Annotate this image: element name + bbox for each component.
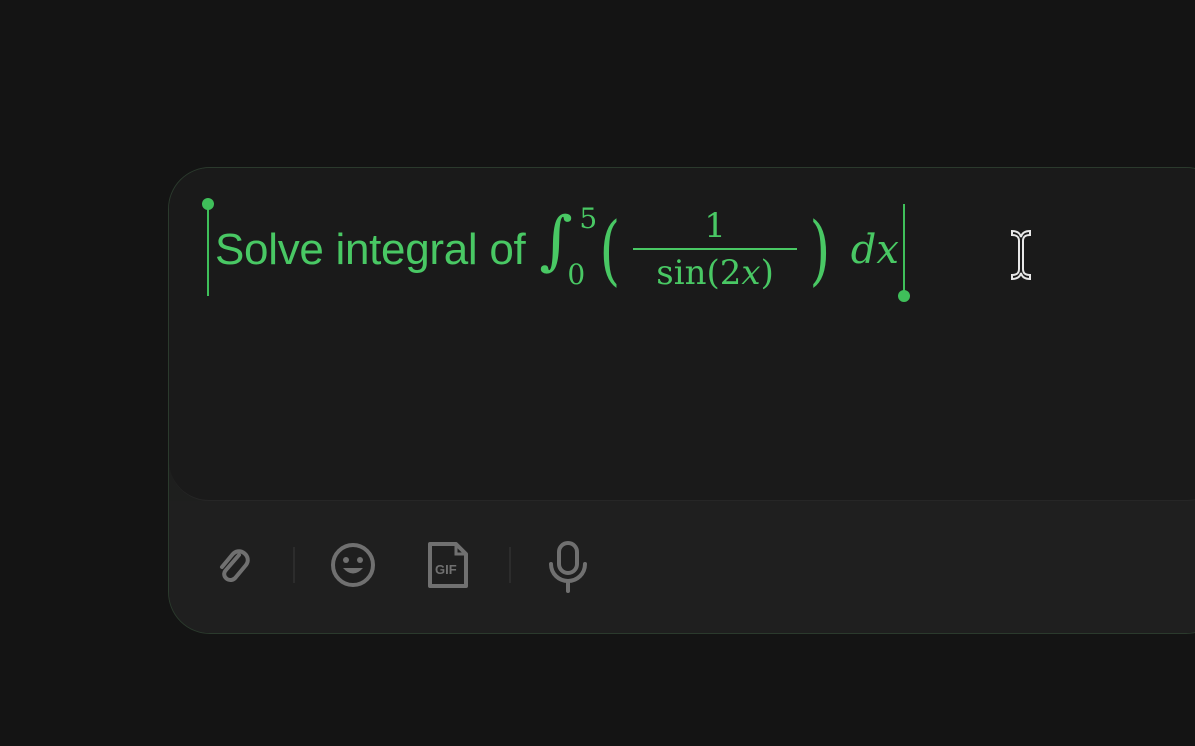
text-cursor-icon — [1011, 229, 1031, 281]
message-composer: Solve integral of ∫ 5 0 ( 1 sin(2x) ) dx — [168, 167, 1195, 634]
gif-icon: GIF — [428, 542, 468, 588]
fraction-numerator: 1 — [704, 206, 726, 246]
toolbar-separator — [509, 547, 511, 583]
open-paren: ( — [599, 205, 621, 294]
close-paren: ) — [809, 205, 831, 294]
denominator-var: x — [741, 253, 761, 293]
selection-start-knob[interactable] — [202, 198, 214, 210]
integral-upper-limit: 5 — [579, 202, 598, 235]
denominator-func: sin(2 — [656, 253, 742, 293]
fraction-denominator: sin(2x) — [656, 252, 774, 294]
smiley-icon — [331, 543, 375, 587]
page: Solve integral of ∫ 5 0 ( 1 sin(2x) ) dx — [0, 0, 1195, 746]
integral-lower-limit: 0 — [567, 258, 586, 291]
paperclip-icon — [220, 549, 250, 583]
composer-toolbar: GIF — [169, 501, 1195, 633]
gif-label: GIF — [435, 562, 457, 577]
microphone-icon — [549, 541, 587, 593]
denominator-close: ) — [760, 253, 774, 293]
gif-button[interactable]: GIF — [425, 539, 471, 591]
differential: dx — [850, 227, 899, 273]
selection-end-handle[interactable] — [897, 204, 910, 302]
voice-button[interactable] — [543, 539, 593, 595]
prompt-text: Solve integral of — [215, 225, 526, 274]
toolbar-separator — [293, 547, 295, 583]
fraction-bar — [633, 248, 798, 250]
selection-start-handle[interactable] — [202, 198, 214, 296]
integral-symbol: ∫ 5 0 — [539, 205, 597, 295]
message-editor[interactable]: Solve integral of ∫ 5 0 ( 1 sin(2x) ) dx — [169, 168, 1195, 501]
selection-end-knob[interactable] — [897, 290, 910, 302]
emoji-button[interactable] — [327, 539, 379, 591]
attach-button[interactable] — [209, 539, 259, 591]
math-expression: ∫ 5 0 ( 1 sin(2x) ) dx — [539, 205, 900, 295]
selected-text-line[interactable]: Solve integral of ∫ 5 0 ( 1 sin(2x) ) dx — [202, 198, 910, 302]
fraction: 1 sin(2x) — [633, 206, 798, 294]
